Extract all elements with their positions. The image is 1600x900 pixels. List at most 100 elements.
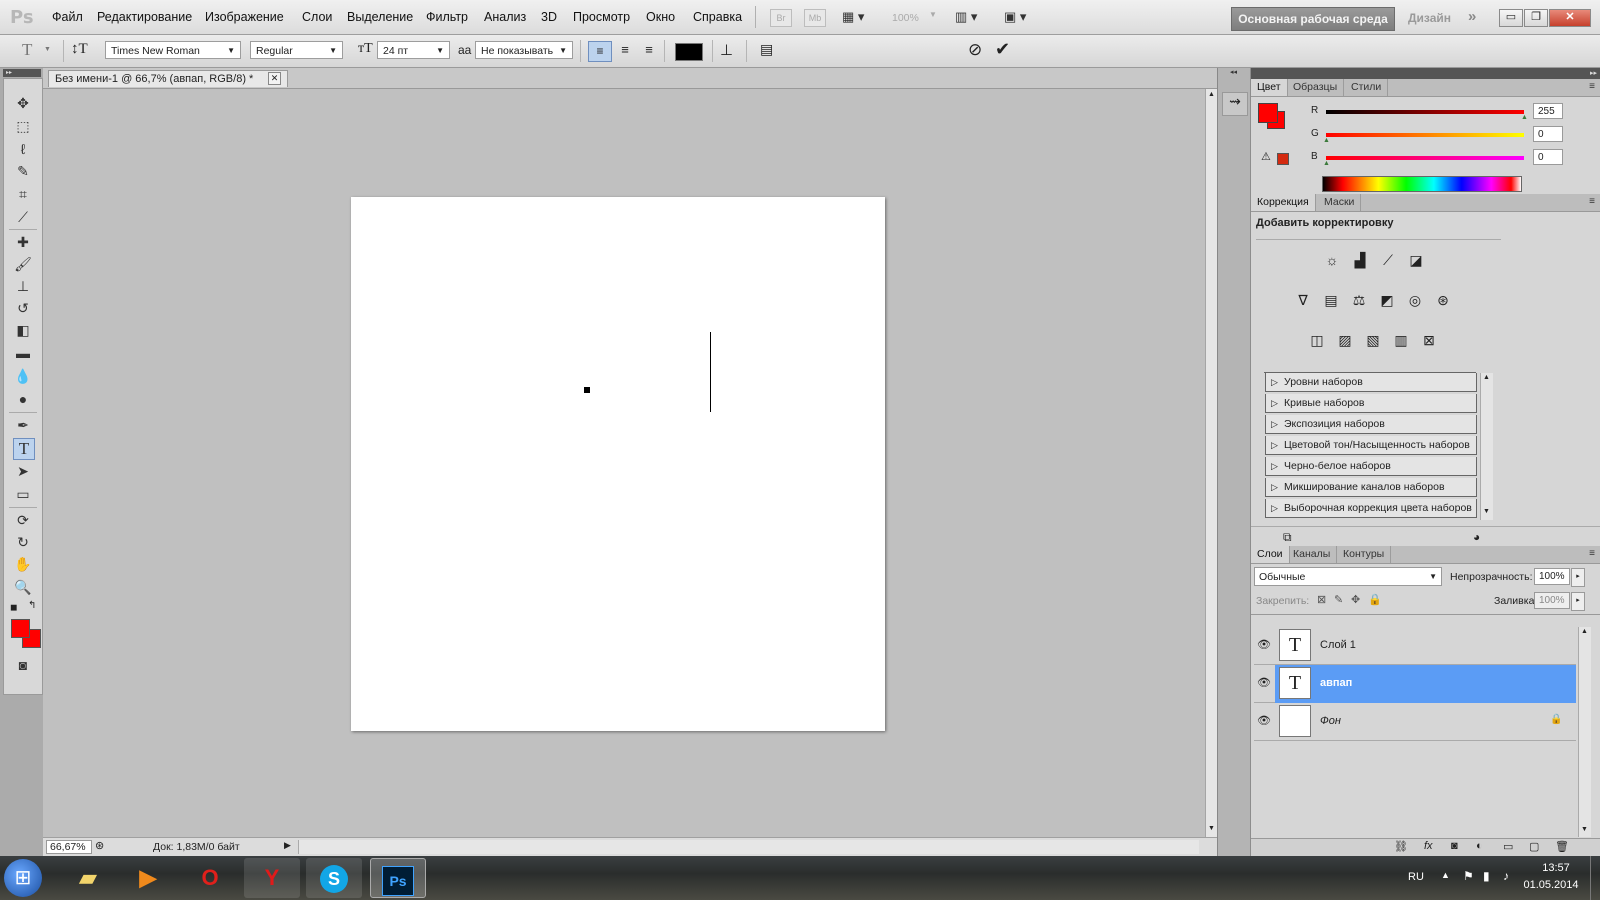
menu-3d[interactable]: 3D [541, 10, 557, 24]
show-hidden-icons-icon[interactable]: ▲ [1441, 870, 1450, 880]
text-orientation-icon[interactable]: ↕T [71, 41, 88, 58]
font-size-select[interactable]: 24 пт ▼ [377, 41, 450, 59]
visibility-eye-icon[interactable]: 👁 [1255, 674, 1273, 692]
start-button[interactable]: ⊞ [4, 859, 42, 897]
red-slider-handle[interactable]: ▲ [1521, 114, 1528, 121]
gamut-warning-icon[interactable]: ⚠ [1261, 150, 1271, 163]
tab-color[interactable]: Цвет [1251, 79, 1288, 96]
layer-row[interactable]: 👁 Фон 🔒 [1254, 703, 1576, 741]
document-canvas[interactable] [351, 197, 885, 731]
selective-color-icon[interactable]: ⊠ [1418, 330, 1440, 350]
opacity-input[interactable]: 100% [1534, 568, 1570, 585]
taskbar-media-player-icon[interactable]: ▶ [120, 858, 176, 898]
photo-filter-icon[interactable]: ◎ [1404, 290, 1426, 310]
restore-button[interactable]: ❐ [1524, 9, 1548, 27]
blend-mode-select[interactable]: Обычные ▼ [1254, 567, 1442, 586]
lasso-tool-icon[interactable]: ℓ [13, 139, 33, 159]
commit-edit-icon[interactable]: ✔ [995, 39, 1010, 60]
invert-icon[interactable]: ◫ [1306, 330, 1328, 350]
visibility-eye-icon[interactable]: 👁 [1255, 712, 1273, 730]
clone-stamp-tool-icon[interactable]: ⊥ [13, 276, 33, 296]
black-white-icon[interactable]: ◩ [1376, 290, 1398, 310]
language-indicator[interactable]: RU [1408, 871, 1424, 883]
minimize-button[interactable]: ▭ [1499, 9, 1523, 27]
green-slider-handle[interactable]: ▲ [1323, 137, 1330, 144]
clock-time[interactable]: 13:57 [1528, 862, 1584, 874]
threshold-icon[interactable]: ▧ [1362, 330, 1384, 350]
healing-brush-tool-icon[interactable]: ✚ [13, 232, 33, 252]
character-panel-icon[interactable]: ▤ [760, 41, 773, 58]
layers-scrollbar[interactable]: ▲ ▼ [1578, 627, 1591, 837]
preset-channel-mixer[interactable]: ▷ Микширование каналов наборов [1265, 478, 1477, 497]
crop-tool-icon[interactable]: ⌗ [13, 184, 33, 204]
align-right-button[interactable]: ≡ [638, 42, 660, 57]
link-layers-icon[interactable]: ⛓ [1394, 840, 1408, 853]
taskbar-yandex-browser-icon[interactable]: Y [244, 858, 300, 898]
history-brush-tool-icon[interactable]: ↺ [13, 298, 33, 318]
close-button[interactable]: ✕ [1549, 9, 1591, 27]
menu-analysis[interactable]: Анализ [484, 10, 526, 24]
type-tool-icon[interactable]: T [13, 438, 35, 460]
menu-file[interactable]: Файл [52, 10, 83, 24]
font-family-select[interactable]: Times New Roman ▼ [105, 41, 241, 59]
tool-preset-dropdown-icon[interactable]: ▼ [44, 46, 51, 53]
horizontal-scrollbar[interactable] [298, 840, 1199, 854]
vibrance-icon[interactable]: ∇ [1292, 290, 1314, 310]
clip-to-layer-icon[interactable]: ⧉ [1283, 530, 1292, 545]
preset-hue-saturation[interactable]: ▷ Цветовой тон/Насыщенность наборов [1265, 436, 1477, 455]
blue-value-input[interactable]: 0 [1533, 149, 1563, 165]
antialias-select[interactable]: Не показывать ▼ [475, 41, 573, 59]
mini-bridge-button[interactable]: Mb [804, 9, 826, 27]
more-workspaces-icon[interactable]: » [1468, 8, 1476, 25]
status-menu-icon[interactable]: ▶ [284, 840, 291, 851]
volume-icon[interactable]: ♪ [1503, 869, 1509, 883]
visibility-eye-icon[interactable]: 👁 [1255, 636, 1273, 654]
zoom-field[interactable]: 66,67% [46, 840, 92, 854]
preset-selective-color[interactable]: ▷ Выборочная коррекция цвета наборов [1265, 499, 1477, 518]
3d-orbit-tool-icon[interactable]: ↻ [13, 532, 33, 552]
menu-window[interactable]: Окно [646, 10, 675, 24]
lock-transparency-icon[interactable]: ⊠ [1317, 593, 1326, 606]
clock-date[interactable]: 01.05.2014 [1518, 879, 1584, 891]
add-mask-icon[interactable]: ◙ [1451, 840, 1458, 852]
align-left-button[interactable]: ≡ [588, 41, 612, 62]
red-slider[interactable] [1326, 110, 1524, 114]
scroll-up-icon[interactable]: ▲ [1208, 91, 1215, 98]
move-tool-icon[interactable]: ✥ [13, 93, 33, 113]
shape-tool-icon[interactable]: ▭ [13, 484, 33, 504]
extras-icon[interactable]: ▦ ▾ [842, 9, 874, 25]
brightness-contrast-icon[interactable]: ☼ [1321, 250, 1343, 270]
action-center-icon[interactable]: ⚑ [1463, 869, 1474, 883]
menu-layers[interactable]: Слои [302, 10, 332, 24]
path-selection-tool-icon[interactable]: ➤ [13, 461, 33, 481]
adjustment-options-icon[interactable]: ◕ [1473, 530, 1480, 544]
new-layer-icon[interactable]: ▢ [1529, 840, 1539, 853]
zoom-dropdown-icon[interactable]: ▼ [929, 10, 937, 19]
hue-saturation-icon[interactable]: ▤ [1320, 290, 1342, 310]
tab-layers[interactable]: Слои [1251, 546, 1290, 563]
panel-menu-icon[interactable]: ≡ [1589, 81, 1595, 92]
collapse-panels-icon[interactable]: ▸▸ [1251, 68, 1600, 79]
menu-view[interactable]: Просмотр [573, 10, 630, 24]
menu-filter[interactable]: Фильтр [426, 10, 468, 24]
panel-menu-icon[interactable]: ≡ [1589, 548, 1595, 559]
show-desktop-button[interactable] [1590, 856, 1600, 900]
layer-row[interactable]: 👁 T авпап [1254, 665, 1576, 703]
font-style-select[interactable]: Regular ▼ [250, 41, 343, 59]
quick-mask-icon[interactable]: ◙ [13, 655, 33, 675]
tool-preset-icon[interactable]: T [22, 40, 32, 60]
zoom-level[interactable]: 100% [892, 12, 919, 24]
warp-text-icon[interactable]: ⊥ [720, 41, 733, 60]
scroll-down-icon[interactable]: ▼ [1581, 826, 1588, 833]
lock-pixels-icon[interactable]: ✎ [1334, 593, 1343, 606]
status-info-icon[interactable]: ⊛ [95, 839, 104, 852]
workspace-design-button[interactable]: Дизайн [1408, 11, 1451, 25]
green-slider[interactable] [1326, 133, 1524, 137]
scroll-down-icon[interactable]: ▼ [1208, 825, 1215, 832]
layer-style-icon[interactable]: fx [1424, 840, 1433, 852]
text-color-swatch[interactable] [675, 43, 703, 61]
gradient-tool-icon[interactable]: ▬ [13, 343, 33, 363]
tab-channels[interactable]: Каналы [1287, 546, 1338, 563]
presets-scrollbar[interactable]: ▲ ▼ [1480, 373, 1493, 520]
tab-masks[interactable]: Маски [1318, 194, 1362, 211]
